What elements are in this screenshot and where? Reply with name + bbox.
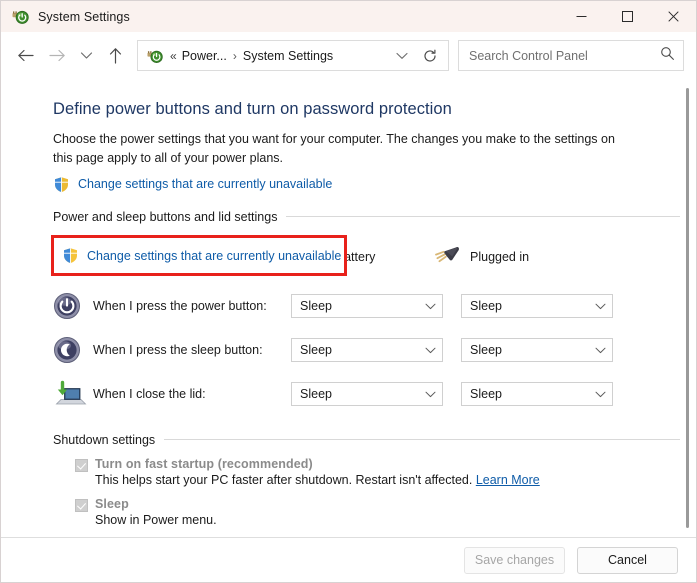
checkbox-fast-startup[interactable] (75, 458, 88, 472)
checkbox-label-sleep: Sleep (95, 496, 129, 511)
title-bar: System Settings (1, 1, 696, 32)
dropdown-value: Sleep (300, 342, 332, 357)
title-bar-left: System Settings (1, 8, 130, 25)
scrollbar-thumb[interactable] (686, 88, 689, 528)
row-label-close-lid: When I close the lid: (93, 386, 206, 401)
maximize-icon[interactable] (604, 1, 650, 32)
save-changes-button[interactable]: Save changes (464, 546, 565, 574)
chevron-down-icon (595, 341, 606, 359)
close-icon[interactable] (650, 1, 696, 32)
checkbox-description-fast-startup: This helps start your PC faster after sh… (53, 473, 680, 487)
column-label-plugged-in: Plugged in (470, 250, 530, 265)
dropdown-value: Sleep (300, 298, 332, 313)
shield-icon (62, 247, 79, 264)
up-arrow-icon[interactable] (99, 40, 131, 72)
column-header-plugged-in: Plugged in (434, 245, 529, 270)
table-row: When I press the sleep button: Sleep Sle… (53, 328, 680, 372)
chevron-down-icon (595, 297, 606, 315)
section-label-power-sleep: Power and sleep buttons and lid settings (53, 209, 278, 224)
minimize-icon[interactable] (558, 1, 604, 32)
chevron-down-icon (425, 385, 436, 403)
dropdown-close-lid-on-battery[interactable]: Sleep (291, 381, 443, 406)
highlight-box-content[interactable]: Change settings that are currently unava… (54, 238, 344, 273)
section-header-power-sleep: Power and sleep buttons and lid settings (53, 210, 680, 224)
breadcrumb-separator: › (232, 48, 237, 63)
power-plug-icon (434, 245, 460, 270)
back-arrow-icon[interactable] (9, 40, 41, 72)
section-header-shutdown: Shutdown settings (53, 433, 680, 447)
search-input[interactable]: Search Control Panel (458, 40, 684, 71)
list-item[interactable]: Sleep (53, 497, 680, 512)
sleep-button-icon (53, 336, 93, 364)
shutdown-settings-list: Turn on fast startup (recommended) This … (53, 457, 680, 537)
breadcrumb-overflow[interactable]: « (170, 49, 180, 63)
power-settings-icon (12, 8, 29, 25)
dropdown-sleep-button-plugged-in[interactable]: Sleep (461, 337, 613, 362)
cancel-button[interactable]: Cancel (577, 546, 678, 574)
checkbox-sleep[interactable] (75, 498, 88, 512)
checkbox-label-fast-startup: Turn on fast startup (recommended) (95, 456, 313, 471)
change-settings-link[interactable]: Change settings that are currently unava… (78, 177, 332, 191)
window-title: System Settings (38, 9, 130, 24)
chevron-down-icon (425, 341, 436, 359)
row-label-sleep-button: When I press the sleep button: (93, 342, 263, 357)
table-row: When I close the lid: Sleep Sleep (53, 372, 680, 416)
power-settings-rows: When I press the power button: Sleep Sle… (53, 284, 680, 416)
laptop-lid-icon (53, 380, 93, 408)
row-label-power-button: When I press the power button: (93, 298, 267, 313)
vertical-scrollbar[interactable] (680, 80, 696, 537)
breadcrumb-power-settings-icon (147, 48, 163, 64)
learn-more-link[interactable]: Learn More (476, 473, 540, 487)
breadcrumb-item-power[interactable]: Power... (180, 49, 229, 63)
list-item[interactable]: Turn on fast startup (recommended) (53, 457, 680, 472)
fast-startup-text: This helps start your PC faster after sh… (95, 472, 473, 487)
navigation-bar: « Power... › System Settings Search Cont… (1, 32, 696, 79)
highlight-box: Change settings that are currently unava… (51, 235, 347, 276)
table-row: When I press the power button: Sleep Sle… (53, 284, 680, 328)
recent-locations-chevron-icon[interactable] (73, 40, 99, 72)
chevron-down-icon[interactable] (388, 42, 416, 69)
dropdown-value: Sleep (470, 298, 502, 313)
dropdown-value: Sleep (470, 386, 502, 401)
power-button-icon (53, 292, 93, 320)
uac-change-settings-row[interactable]: Change settings that are currently unava… (53, 176, 680, 193)
content-area: Define power buttons and turn on passwor… (1, 79, 696, 537)
section-divider (286, 216, 680, 218)
search-placeholder: Search Control Panel (469, 48, 588, 63)
dropdown-power-button-plugged-in[interactable]: Sleep (461, 293, 613, 318)
window-controls (558, 1, 696, 32)
refresh-icon[interactable] (416, 42, 444, 69)
address-bar[interactable]: « Power... › System Settings (137, 40, 449, 71)
breadcrumb-item-system-settings[interactable]: System Settings (241, 49, 335, 63)
dropdown-sleep-button-on-battery[interactable]: Sleep (291, 337, 443, 362)
checkbox-description-sleep: Show in Power menu. (95, 512, 217, 527)
chevron-down-icon (425, 297, 436, 315)
system-settings-window: System Settings « Power... › System Sett… (0, 0, 697, 583)
chevron-down-icon (595, 385, 606, 403)
shield-icon (53, 176, 70, 193)
dropdown-power-button-on-battery[interactable]: Sleep (291, 293, 443, 318)
section-label-shutdown: Shutdown settings (53, 432, 156, 447)
dropdown-value: Sleep (470, 342, 502, 357)
section-divider (164, 439, 680, 441)
change-settings-link[interactable]: Change settings that are currently unava… (87, 249, 341, 263)
forward-arrow-icon (41, 40, 73, 72)
search-icon[interactable] (660, 46, 675, 66)
settings-page: Define power buttons and turn on passwor… (1, 80, 680, 537)
dropdown-close-lid-plugged-in[interactable]: Sleep (461, 381, 613, 406)
dropdown-value: Sleep (300, 386, 332, 401)
page-title: Define power buttons and turn on passwor… (53, 100, 452, 118)
footer-bar: Save changes Cancel (1, 537, 696, 582)
page-description: Choose the power settings that you want … (53, 132, 615, 166)
